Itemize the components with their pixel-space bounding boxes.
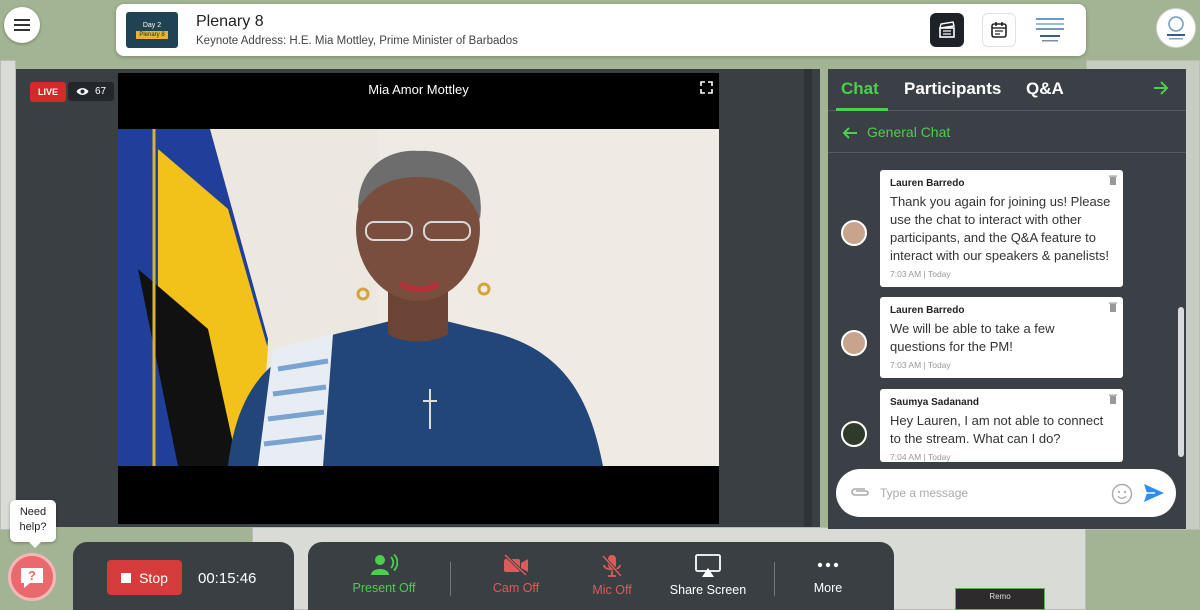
chat-panel: Chat Participants Q&A General Chat Laure… [828,69,1186,529]
event-subtitle: Keynote Address: H.E. Mia Mottley, Prime… [196,35,518,47]
chat-scrollbar[interactable] [1178,307,1184,457]
share-screen-icon [695,554,721,577]
backstage-button[interactable] [930,13,964,47]
thumbnail-tag: Plenary 8 [136,30,168,39]
help-button[interactable]: ? [8,553,56,601]
avatar [841,220,867,246]
more-button[interactable]: More [788,542,868,610]
speaker-video-image [118,129,719,466]
camera-button[interactable]: Cam Off [476,542,556,610]
eye-icon [76,88,89,95]
media-control-bar: Present Off Cam Off Mic Off Share Screen [308,542,894,610]
chat-message: Saumya Sadanand Hey Lauren, I am not abl… [880,389,1123,462]
message-author: Lauren Barredo [890,178,965,189]
present-icon [371,554,398,575]
trash-icon[interactable] [1109,302,1117,312]
divider [450,562,451,596]
more-icon [817,562,839,568]
mic-label: Mic Off [592,583,632,597]
brand-logo-mark [1167,16,1185,40]
help-tooltip: Need help? [10,500,56,548]
floor-tile-label: Remo [989,592,1011,601]
expand-icon[interactable] [700,81,713,94]
speaker-name: Mia Amor Mottley [368,82,469,97]
chat-message: Lauren Barredo We will be able to take a… [880,297,1123,378]
send-icon[interactable] [1143,483,1165,503]
chat-message: Lauren Barredo Thank you again for joini… [880,170,1123,287]
event-thumbnail: Day 2 Plenary 8 [126,12,178,48]
stage-area: LIVE 67 Mia Amor Mottley [16,69,820,527]
trash-icon[interactable] [1109,175,1117,185]
paperclip-icon[interactable] [849,485,871,499]
more-label: More [813,581,843,595]
message-text: We will be able to take a few questions … [890,321,1055,354]
video-player[interactable]: Mia Amor Mottley [118,73,719,524]
divider [774,562,775,596]
stage-side-strip [804,69,812,527]
video-frame [118,129,719,466]
tab-participants[interactable]: Participants [904,79,1001,99]
arrow-right-icon[interactable] [1152,79,1170,97]
floor-table-tile[interactable]: Remo [955,588,1045,610]
emoji-icon[interactable] [1111,483,1133,505]
brand-logo[interactable] [1156,8,1196,48]
calendar-icon [991,22,1007,38]
stop-button[interactable]: Stop [107,560,182,595]
mic-off-icon [601,554,623,578]
message-time: 7:04 AM | Today [890,452,951,462]
thumbnail-day: Day 2 [142,21,162,29]
mic-button[interactable]: Mic Off [572,542,652,610]
panel-tabs: Chat Participants Q&A [828,69,1186,111]
clapperboard-icon [939,21,955,38]
avatar [841,421,867,447]
viewer-count-badge: 67 [68,82,115,101]
svg-text:?: ? [28,568,36,583]
stop-icon [121,572,132,583]
session-timer: 00:15:46 [198,570,257,587]
cam-off-icon [503,554,528,576]
tab-qa[interactable]: Q&A [1026,79,1064,99]
chat-message-input[interactable] [880,482,1100,504]
message-text: Hey Lauren, I am not able to connect to … [890,413,1104,446]
message-time: 7:03 AM | Today [890,269,951,279]
session-control-bar: Stop 00:15:46 [73,542,294,610]
cam-label: Cam Off [492,581,540,595]
help-icon: ? [21,568,43,588]
share-label: Share Screen [669,583,747,597]
agenda-button[interactable] [982,13,1016,47]
live-badge: LIVE [30,82,67,102]
message-author: Lauren Barredo [890,305,965,316]
tab-chat[interactable]: Chat [841,79,879,99]
trash-icon[interactable] [1109,394,1117,404]
menu-icon [14,24,30,26]
viewer-count: 67 [95,86,107,97]
message-author: Saumya Sadanand [890,397,979,408]
stop-label: Stop [139,569,168,586]
present-label: Present Off [352,581,416,595]
floor-room [0,60,16,530]
arrow-left-icon[interactable] [842,125,858,141]
active-tab-indicator [836,108,888,111]
menu-button[interactable] [4,7,40,43]
message-time: 7:03 AM | Today [890,360,951,370]
message-text: Thank you again for joining us! Please u… [890,194,1111,263]
chat-channel-name: General Chat [867,124,951,140]
event-title: Plenary 8 [196,13,264,30]
organizer-logo [1036,18,1064,42]
event-header: Day 2 Plenary 8 Plenary 8 Keynote Addres… [116,4,1086,56]
share-screen-button[interactable]: Share Screen [660,542,756,610]
avatar [841,330,867,356]
present-button[interactable]: Present Off [342,542,426,610]
chat-channel-header: General Chat [828,113,1186,153]
chat-composer [836,469,1176,517]
